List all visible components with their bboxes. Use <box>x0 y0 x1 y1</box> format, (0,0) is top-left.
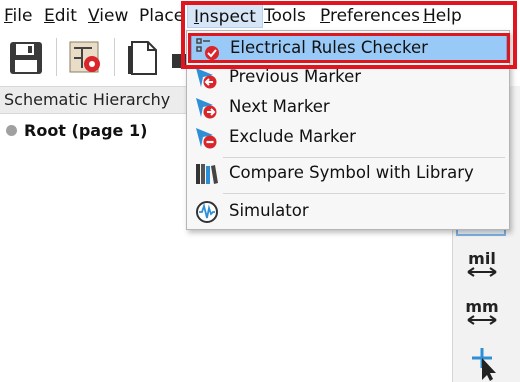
next-marker-icon <box>196 98 217 119</box>
menu-item-label: Exclude Marker <box>229 127 356 146</box>
hierarchy-root-item[interactable]: Root (page 1) <box>6 121 147 141</box>
menu-separator <box>223 157 505 158</box>
compare-library-icon <box>196 164 218 184</box>
highlight-box-inner <box>188 33 510 63</box>
menu-edit[interactable]: Edit <box>44 6 77 26</box>
toolbar-separator <box>114 38 115 76</box>
crosshair-cursor-icon <box>472 348 496 381</box>
arrow-horizontal-icon <box>467 315 497 325</box>
schematic-setup-icon <box>69 41 100 73</box>
menu-item-label: Next Marker <box>229 97 330 116</box>
menu-item-label: Simulator <box>229 201 309 220</box>
page-settings-button[interactable] <box>124 38 164 78</box>
menu-item-compare-symbol-with-library[interactable]: Compare Symbol with Library <box>191 159 507 189</box>
toolbar-separator <box>56 38 57 76</box>
bullet-icon <box>6 125 17 136</box>
simulator-icon <box>196 201 218 223</box>
exclude-marker-icon <box>196 128 217 149</box>
previous-marker-icon <box>196 68 217 89</box>
menu-separator <box>223 193 505 194</box>
menu-item-simulator[interactable]: Simulator <box>191 197 507 227</box>
menu-item-exclude-marker[interactable]: Exclude Marker <box>191 123 507 153</box>
units-mm-button[interactable]: mm <box>460 296 504 336</box>
save-icon <box>10 42 42 74</box>
menu-item-label: Compare Symbol with Library <box>229 163 474 182</box>
menu-item-label: Previous Marker <box>229 67 362 86</box>
root-label: Root (page 1) <box>24 121 148 140</box>
arrow-horizontal-icon <box>467 267 497 277</box>
cursor-button[interactable] <box>460 342 504 382</box>
menu-view[interactable]: View <box>88 6 128 26</box>
menu-item-next-marker[interactable]: Next Marker <box>191 93 507 123</box>
page-settings-icon <box>128 41 157 75</box>
save-button[interactable] <box>6 38 46 78</box>
schematic-setup-button[interactable] <box>66 38 106 78</box>
menu-place[interactable]: Place <box>139 6 184 26</box>
schematic-hierarchy-header: Schematic Hierarchy <box>0 86 190 114</box>
units-mil-button[interactable]: mil <box>460 248 504 288</box>
menu-file[interactable]: File <box>4 6 32 26</box>
